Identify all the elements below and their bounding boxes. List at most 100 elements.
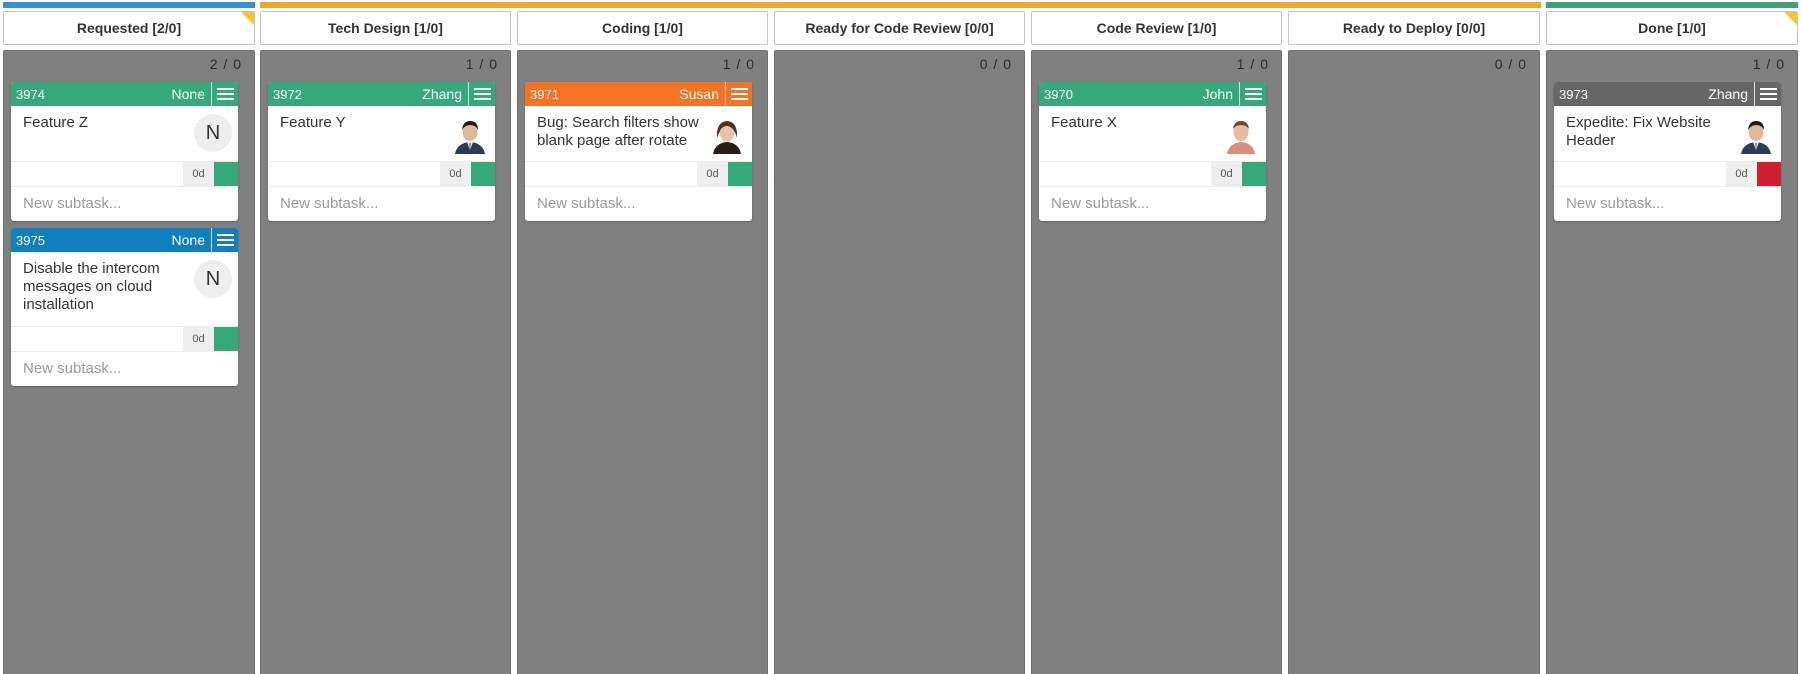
column-title: Code Review [1/0] [1096, 20, 1217, 36]
card-body: Feature Y [268, 106, 495, 161]
column-title: Tech Design [1/0] [328, 20, 443, 36]
status-indicator-ok [214, 327, 238, 351]
new-subtask-input[interactable]: New subtask... [11, 187, 238, 219]
card-owner[interactable]: Zhang [422, 86, 468, 102]
card-menu-icon[interactable] [725, 82, 752, 106]
column-header-requested[interactable]: Requested [2/0] [3, 11, 255, 45]
card-age: 0d [1211, 162, 1242, 186]
card-header: 3971 Susan [525, 82, 752, 106]
card-owner[interactable]: None [172, 86, 211, 102]
card-title[interactable]: Feature Z [23, 114, 186, 132]
card-body: Disable the intercom messages on cloud i… [11, 252, 238, 326]
avatar[interactable]: N [194, 260, 232, 298]
card-age: 0d [440, 162, 471, 186]
card-id[interactable]: 3970 [1039, 87, 1203, 102]
card-id[interactable]: 3973 [1554, 87, 1708, 102]
column-header-done[interactable]: Done [1/0] [1546, 11, 1798, 45]
column-done[interactable]: 1 / 0 3973 Zhang Expedite: Fix Website H… [1546, 50, 1798, 674]
new-subtask-input[interactable]: New subtask... [1554, 187, 1781, 219]
task-card-3972[interactable]: 3972 Zhang Feature Y 0d New subtask... [268, 82, 495, 221]
card-menu-icon[interactable] [1239, 82, 1266, 106]
card-body: Bug: Search filters show blank page afte… [525, 106, 752, 161]
card-owner[interactable]: Susan [679, 86, 725, 102]
card-owner[interactable]: John [1203, 86, 1239, 102]
lane-stripe-requested [3, 2, 255, 8]
card-id[interactable]: 3974 [11, 87, 172, 102]
card-meta-bar: 0d [525, 161, 752, 187]
card-body: Expedite: Fix Website Header [1554, 106, 1781, 161]
card-header: 3972 Zhang [268, 82, 495, 106]
task-card-3973[interactable]: 3973 Zhang Expedite: Fix Website Header [1554, 82, 1781, 221]
column-coding[interactable]: 1 / 0 3971 Susan Bug: Search filters sho… [517, 50, 768, 674]
card-meta-bar: 0d [268, 161, 495, 187]
card-id[interactable]: 3975 [11, 233, 172, 248]
card-age: 0d [183, 327, 214, 351]
column-ready-for-code-review[interactable]: 0 / 0 [774, 50, 1025, 674]
column-title: Requested [2/0] [76, 20, 182, 36]
column-card-count: 1 / 0 [1236, 56, 1269, 72]
column-header-ready-for-code-review[interactable]: Ready for Code Review [0/0] [774, 11, 1025, 45]
new-subtask-input[interactable]: New subtask... [1039, 187, 1266, 219]
avatar[interactable] [453, 116, 487, 154]
column-ready-to-deploy[interactable]: 0 / 0 [1288, 50, 1540, 674]
column-code-review[interactable]: 1 / 0 3970 John Feature X 0d New subtask… [1031, 50, 1282, 674]
column-card-count: 2 / 0 [209, 56, 242, 72]
card-header: 3973 Zhang [1554, 82, 1781, 106]
card-age: 0d [183, 162, 214, 186]
lane-stripe-done [1546, 2, 1798, 8]
avatar[interactable] [1224, 116, 1258, 154]
column-header-ready-to-deploy[interactable]: Ready to Deploy [0/0] [1288, 11, 1540, 45]
new-subtask-input[interactable]: New subtask... [525, 187, 752, 219]
column-header-coding[interactable]: Coding [1/0] [517, 11, 768, 45]
card-menu-icon[interactable] [1754, 82, 1781, 106]
task-card-3970[interactable]: 3970 John Feature X 0d New subtask... [1039, 82, 1266, 221]
card-title[interactable]: Feature Y [280, 114, 443, 132]
card-meta-bar: 0d [11, 161, 238, 187]
column-title: Ready to Deploy [0/0] [1342, 20, 1486, 36]
card-owner[interactable]: Zhang [1708, 86, 1754, 102]
card-id[interactable]: 3971 [525, 87, 679, 102]
card-menu-icon[interactable] [211, 228, 238, 252]
card-meta-bar: 0d [1554, 161, 1781, 187]
column-requested[interactable]: 2 / 0 3974 None Feature Z N 0d New subta… [3, 50, 255, 674]
task-card-3975[interactable]: 3975 None Disable the intercom messages … [11, 228, 238, 386]
card-owner[interactable]: None [172, 232, 211, 248]
card-id[interactable]: 3972 [268, 87, 422, 102]
card-title[interactable]: Feature X [1051, 114, 1214, 132]
task-card-3971[interactable]: 3971 Susan Bug: Search filters show blan… [525, 82, 752, 221]
card-menu-icon[interactable] [468, 82, 495, 106]
column-tech-design[interactable]: 1 / 0 3972 Zhang Feature Y 0d New subtas… [260, 50, 511, 674]
status-indicator-ok [471, 162, 495, 186]
avatar[interactable]: N [194, 114, 232, 152]
column-card-count: 1 / 0 [465, 56, 498, 72]
column-title: Done [1/0] [1638, 20, 1706, 36]
card-meta-bar: 0d [1039, 161, 1266, 187]
kanban-board: Requested [2/0] Tech Design [1/0] Coding… [0, 0, 1801, 674]
card-age: 0d [697, 162, 728, 186]
card-header: 3974 None [11, 82, 238, 106]
status-indicator-ok [1242, 162, 1266, 186]
column-header-code-review[interactable]: Code Review [1/0] [1031, 11, 1282, 45]
card-title[interactable]: Bug: Search filters show blank page afte… [537, 114, 700, 150]
avatar[interactable] [1739, 116, 1773, 154]
column-card-count: 1 / 0 [1752, 56, 1785, 72]
avatar[interactable] [710, 116, 744, 154]
card-header: 3970 John [1039, 82, 1266, 106]
card-body: Feature Z N [11, 106, 238, 161]
new-subtask-input[interactable]: New subtask... [268, 187, 495, 219]
card-meta-bar: 0d [11, 326, 238, 352]
card-menu-icon[interactable] [211, 82, 238, 106]
status-indicator-blocked [1757, 162, 1781, 186]
status-indicator-ok [728, 162, 752, 186]
card-header: 3975 None [11, 228, 238, 252]
column-header-tech-design[interactable]: Tech Design [1/0] [260, 11, 511, 45]
wip-flag-icon [241, 12, 254, 25]
lane-stripe-in-progress [260, 2, 1541, 8]
new-subtask-input[interactable]: New subtask... [11, 352, 238, 384]
task-card-3974[interactable]: 3974 None Feature Z N 0d New subtask... [11, 82, 238, 221]
card-body: Feature X [1039, 106, 1266, 161]
column-title: Coding [1/0] [602, 20, 683, 36]
card-title[interactable]: Expedite: Fix Website Header [1566, 114, 1729, 150]
card-title[interactable]: Disable the intercom messages on cloud i… [23, 260, 186, 314]
column-card-count: 0 / 0 [979, 56, 1012, 72]
